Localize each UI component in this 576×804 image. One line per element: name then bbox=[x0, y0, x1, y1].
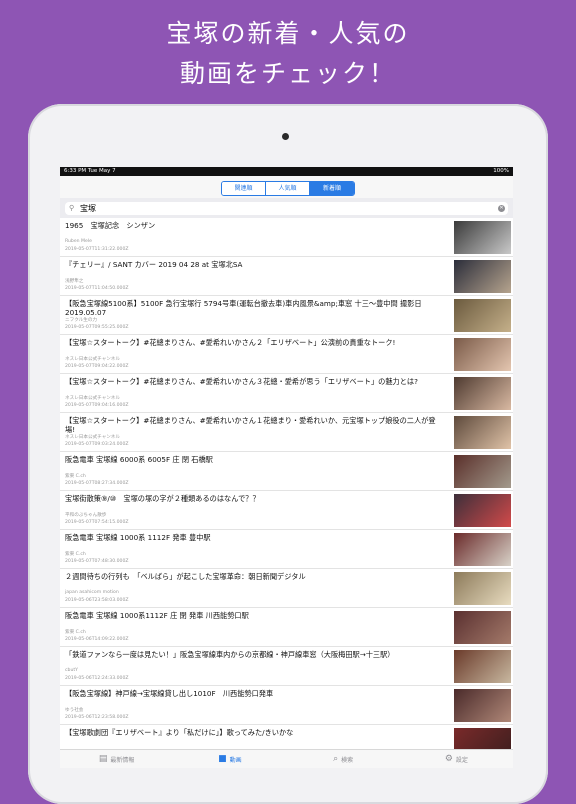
video-thumbnail[interactable] bbox=[454, 338, 511, 371]
news-icon: ▤ bbox=[98, 754, 108, 764]
video-row[interactable]: 宝塚街散策⑨/⑩ 宝塚の塚の字が２種類あるのはなんで？？ 平和のぶちゃん散歩 201… bbox=[60, 491, 513, 530]
promo-headline-line1: 宝塚の新着・人気の bbox=[166, 19, 410, 48]
video-channel: 紫東 C.ch bbox=[65, 552, 86, 557]
video-thumbnail[interactable] bbox=[454, 572, 511, 605]
video-date: 2019-05-07T08:27:34.000Z bbox=[65, 481, 129, 486]
video-title: 1965 宝塚記念 シンザン bbox=[65, 221, 156, 230]
video-row[interactable]: 1965 宝塚記念 シンザン Ruben Mele 2019-05-07T11:31… bbox=[60, 218, 513, 257]
video-title: 「鉄道ファンなら一度は見たい！」阪急宝塚線車内からの京都線・神戸線車窓（大阪梅田… bbox=[65, 650, 395, 659]
promo-headline-line2: 動画をチェック！ bbox=[179, 59, 396, 88]
video-channel: cbutY bbox=[65, 668, 78, 673]
status-bar: 6:33 PM Tue May 7 100% bbox=[60, 167, 513, 176]
search-icon: ⌕ bbox=[333, 754, 339, 764]
video-row[interactable]: 【宝塚☆スタートーク】#花總まりさん、#愛希れいかさん３花總・愛希が思う「エリザ… bbox=[60, 374, 513, 413]
search-input[interactable]: ⚲ 宝塚 ✕ bbox=[65, 202, 508, 215]
video-thumbnail[interactable] bbox=[454, 455, 511, 488]
front-camera bbox=[282, 133, 289, 140]
video-channel: 紫東 C.ch bbox=[65, 630, 86, 635]
tab-video[interactable]: ■ 動画 bbox=[173, 750, 286, 768]
tab-label: 動画 bbox=[229, 756, 242, 764]
video-thumbnail[interactable] bbox=[454, 689, 511, 722]
video-thumbnail[interactable] bbox=[454, 260, 511, 293]
video-title: 阪急電車 宝塚線 1000系1112F 庄 閉 発車 川西能勢口駅 bbox=[65, 611, 249, 620]
video-row[interactable]: 「鉄道ファンなら一度は見たい！」阪急宝塚線車内からの京都線・神戸線車窓（大阪梅田… bbox=[60, 647, 513, 686]
video-row[interactable]: 【阪急宝塚線5100系】5100F 急行宝塚行 5794号車(運転台撤去車)車内… bbox=[60, 296, 513, 335]
video-thumbnail[interactable] bbox=[454, 650, 511, 683]
video-row[interactable]: 【宝塚☆スタートーク】#花總まりさん、#愛希れいかさん１花總まり・愛希れいか、元… bbox=[60, 413, 513, 452]
navigation-bar: 関連順 人気順 新着順 bbox=[60, 176, 513, 198]
video-row[interactable]: 阪急電車 宝塚線 1000系1112F 庄 閉 発車 川西能勢口駅紫東 C.ch… bbox=[60, 608, 513, 647]
segment-relevance[interactable]: 関連順 bbox=[222, 182, 266, 195]
video-title: 【宝塚☆スタートーク】#花總まりさん、#愛希れいかさん２「エリザベート」公演前の… bbox=[65, 338, 396, 347]
video-thumbnail[interactable] bbox=[454, 494, 511, 527]
tab-label: 最新情報 bbox=[110, 756, 135, 764]
video-row[interactable]: ２週間待ちの行列も 「ベルばら」が起こした宝塚革命：朝日新聞デジタル japan … bbox=[60, 569, 513, 608]
video-date: 2019-05-07T07:54:15.000Z bbox=[65, 520, 129, 525]
clear-icon[interactable]: ✕ bbox=[498, 205, 505, 212]
segment-newest[interactable]: 新着順 bbox=[310, 182, 354, 195]
search-query: 宝塚 bbox=[80, 204, 96, 213]
video-channel: ネスレ日本公式チャンネル bbox=[65, 435, 120, 440]
tab-label: 検索 bbox=[341, 756, 354, 764]
video-row[interactable]: 『チェリー』/ SANT カバー 2019 04 28 at 宝塚北SA 浅野隼之… bbox=[60, 257, 513, 296]
video-channel: Ruben Mele bbox=[65, 239, 92, 244]
video-date: 2019-05-06T12:23:58.000Z bbox=[65, 715, 129, 720]
video-title: 【阪急宝塚線】神戸線→宝塚線貸し出し1010F 川西能勢口発車 bbox=[65, 689, 274, 698]
video-title: 阪急電車 宝塚線 1000系 1112F 発車 豊中駅 bbox=[65, 533, 211, 542]
segment-popular[interactable]: 人気順 bbox=[266, 182, 310, 195]
video-title: 【宝塚歌劇団『エリザベート』より「私だけに」】歌ってみた/きいかな bbox=[65, 728, 294, 737]
video-channel: japan asahicom motion bbox=[65, 590, 119, 595]
status-time: 6:33 PM Tue May 7 bbox=[64, 168, 116, 174]
battery-indicator: 100% bbox=[493, 168, 509, 174]
search-bar: ⚲ 宝塚 ✕ bbox=[60, 198, 513, 218]
video-channel: 紫東 C.ch bbox=[65, 474, 86, 479]
video-date: 2019-05-07T11:31:22.000Z bbox=[65, 247, 129, 252]
video-channel: ネスレ日本公式チャンネル bbox=[65, 357, 120, 362]
app-screen: 6:33 PM Tue May 7 100% 関連順 人気順 新着順 ⚲ 宝塚 … bbox=[60, 167, 513, 768]
video-channel: ニフクル生の力 bbox=[65, 318, 98, 323]
video-thumbnail[interactable] bbox=[454, 299, 511, 332]
video-date: 2019-05-06T12:24:33.000Z bbox=[65, 676, 129, 681]
video-title: 【宝塚☆スタートーク】#花總まりさん、#愛希れいかさん３花總・愛希が思う「エリザ… bbox=[65, 377, 418, 386]
video-thumbnail[interactable] bbox=[454, 611, 511, 644]
gear-icon: ⚙ bbox=[444, 754, 453, 764]
video-thumbnail[interactable] bbox=[454, 533, 511, 566]
video-thumbnail[interactable] bbox=[454, 416, 511, 449]
video-row[interactable]: 【宝塚☆スタートーク】#花總まりさん、#愛希れいかさん２「エリザベート」公演前の… bbox=[60, 335, 513, 374]
video-date: 2019-05-07T09:04:22.000Z bbox=[65, 364, 129, 369]
video-date: 2019-05-07T11:04:50.000Z bbox=[65, 286, 129, 291]
video-channel: ネスレ日本公式チャンネル bbox=[65, 396, 120, 401]
video-date: 2019-05-07T09:55:25.000Z bbox=[65, 325, 129, 330]
video-title: 『チェリー』/ SANT カバー 2019 04 28 at 宝塚北SA bbox=[65, 260, 243, 269]
search-icon: ⚲ bbox=[69, 204, 75, 212]
video-date: 2019-05-07T09:03:24.000Z bbox=[65, 442, 129, 447]
video-title: 宝塚街散策⑨/⑩ 宝塚の塚の字が２種類あるのはなんで？？ bbox=[65, 494, 260, 503]
video-icon: ■ bbox=[218, 754, 227, 764]
tab-gear[interactable]: ⚙ 設定 bbox=[400, 750, 513, 768]
video-row[interactable]: 【阪急宝塚線】神戸線→宝塚線貸し出し1010F 川西能勢口発車ゆう社会 2019-… bbox=[60, 686, 513, 725]
video-date: 2019-05-06T14:09:22.000Z bbox=[65, 637, 129, 642]
video-date: 2019-05-07T07:48:30.000Z bbox=[65, 559, 129, 564]
video-date: 2019-05-06T23:58:03.000Z bbox=[65, 598, 129, 603]
video-channel: 浅野隼之 bbox=[65, 279, 84, 284]
video-title: 【宝塚☆スタートーク】#花總まりさん、#愛希れいかさん１花總まり・愛希れいか、元… bbox=[65, 416, 436, 434]
video-title: 【阪急宝塚線5100系】5100F 急行宝塚行 5794号車(運転台撤去車)車内… bbox=[65, 299, 422, 317]
video-date: 2019-05-07T09:04:16.000Z bbox=[65, 403, 129, 408]
video-channel: 平和のぶちゃん散歩 bbox=[65, 513, 107, 518]
video-title: 阪急電車 宝塚線 6000系 6005F 庄 閉 石橋駅 bbox=[65, 455, 213, 464]
tab-news[interactable]: ▤ 最新情報 bbox=[60, 750, 173, 768]
video-thumbnail[interactable] bbox=[454, 377, 511, 410]
video-row[interactable]: 阪急電車 宝塚線 6000系 6005F 庄 閉 石橋駅紫東 C.ch 2019-… bbox=[60, 452, 513, 491]
video-thumbnail[interactable] bbox=[454, 221, 511, 254]
video-channel: ゆう社会 bbox=[65, 708, 84, 713]
tab-bar: ▤ 最新情報 ■ 動画 ⌕ 検索 ⚙ 設定 bbox=[60, 749, 513, 768]
video-row[interactable]: 阪急電車 宝塚線 1000系 1112F 発車 豊中駅紫東 C.ch 2019-0… bbox=[60, 530, 513, 569]
tab-label: 設定 bbox=[455, 756, 468, 764]
video-title: ２週間待ちの行列も 「ベルばら」が起こした宝塚革命：朝日新聞デジタル bbox=[65, 572, 306, 581]
tab-search[interactable]: ⌕ 検索 bbox=[287, 750, 400, 768]
sort-segmented-control: 関連順 人気順 新着順 bbox=[221, 181, 355, 196]
